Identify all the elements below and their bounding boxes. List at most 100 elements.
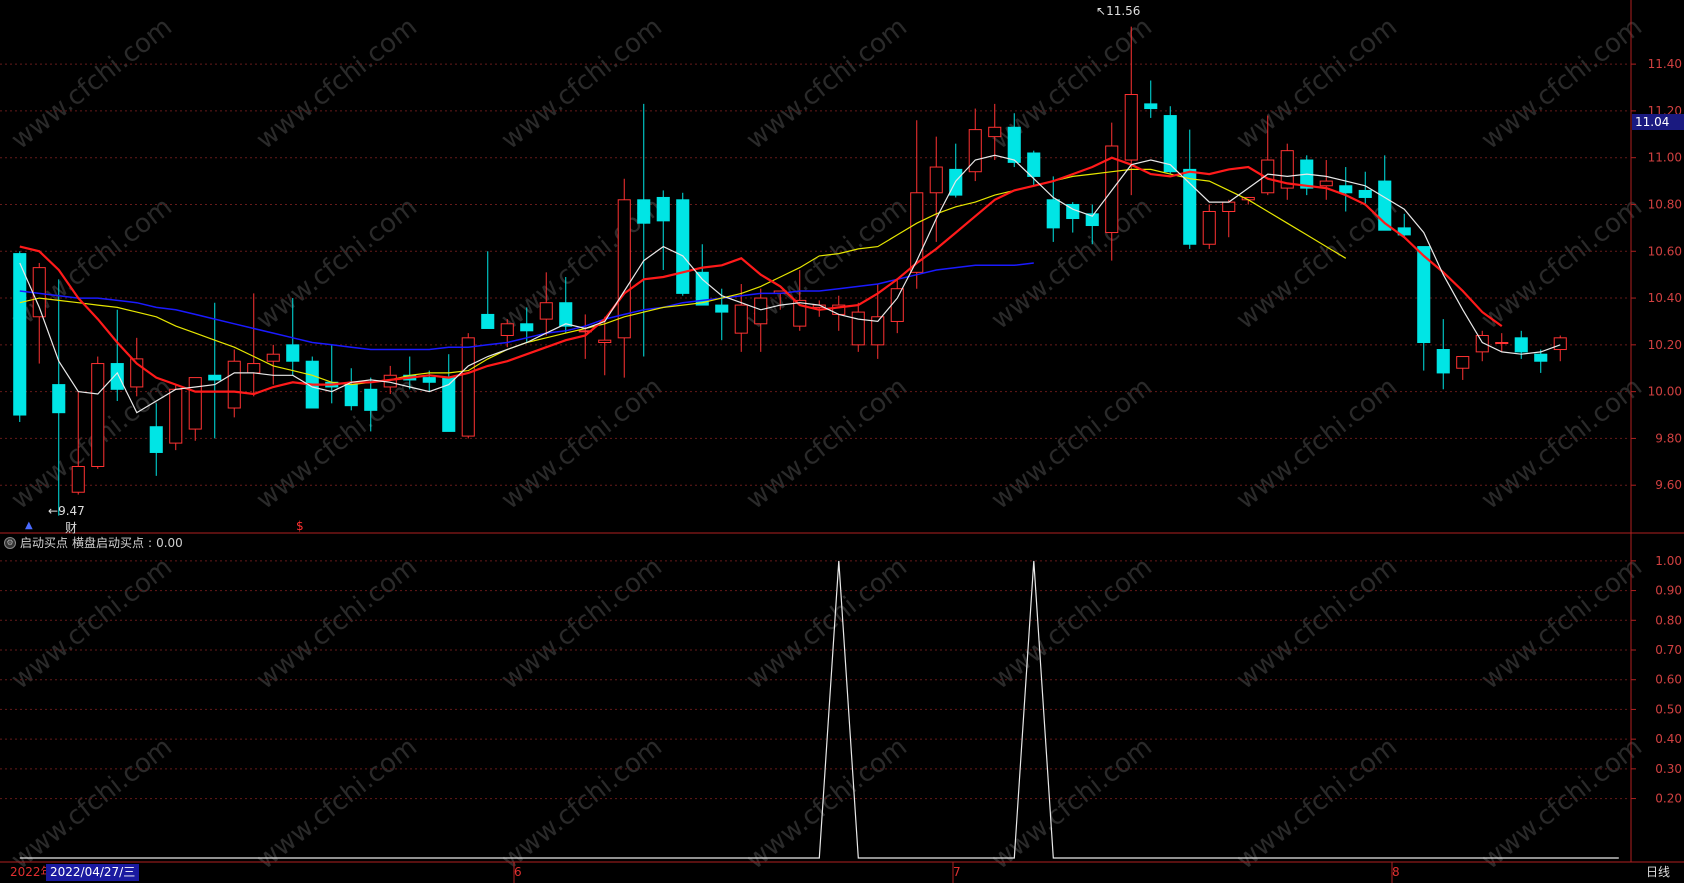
watermark-text: www.cfchi.com xyxy=(1476,12,1648,156)
candle-body xyxy=(1358,189,1372,198)
candle-body xyxy=(1027,152,1041,177)
candle-body xyxy=(1046,199,1060,229)
low-value: 9.47 xyxy=(58,504,85,518)
indicator-tick-label: 0.40 xyxy=(1655,732,1682,746)
watermark-text: www.cfchi.com xyxy=(1476,552,1648,696)
watermark-text: www.cfchi.com xyxy=(251,372,423,516)
selected-date[interactable]: 2022/04/27/三 xyxy=(46,864,140,881)
candle-body xyxy=(1495,342,1509,345)
candle-body xyxy=(734,304,748,334)
watermark-text: www.cfchi.com xyxy=(1476,732,1648,876)
candle-body xyxy=(188,377,202,430)
watermark-text: www.cfchi.com xyxy=(496,372,668,516)
watermark-text: www.cfchi.com xyxy=(496,732,668,876)
month-label-6: 6 xyxy=(514,865,522,879)
candle-body xyxy=(754,297,768,325)
indicator-title: 启动买点 xyxy=(20,536,69,550)
indicator-series-value: 0.00 xyxy=(156,535,183,550)
price-tick-label: 9.60 xyxy=(1655,478,1682,492)
candle-body xyxy=(1339,185,1353,194)
watermark-text: www.cfchi.com xyxy=(1231,192,1403,336)
buy-marker: ▲ xyxy=(25,520,33,531)
candle-body xyxy=(286,344,300,362)
high-value: 11.56 xyxy=(1106,4,1141,18)
candle-body xyxy=(1183,168,1197,245)
period-label[interactable]: 日线 xyxy=(1646,864,1670,881)
candle-body xyxy=(149,426,163,453)
stock-chart: www.cfchi.com www.cfchi.com www.cfchi.com w… xyxy=(0,0,1684,883)
watermark-text: www.cfchi.com xyxy=(251,732,423,876)
indicator-tick-label: 1.00 xyxy=(1655,554,1682,568)
price-tick-label: 11.40 xyxy=(1648,57,1682,71)
month-label-8: 8 xyxy=(1392,865,1400,879)
candle-body xyxy=(929,166,943,194)
price-tick-label: 10.80 xyxy=(1648,197,1682,211)
watermark-text: www.cfchi.com xyxy=(1231,552,1403,696)
candle-body xyxy=(13,253,27,416)
y-tick-labels: 11.4011.2011.0010.8010.6010.4010.2010.00… xyxy=(1631,57,1682,806)
candle-body xyxy=(676,199,690,294)
candle-body xyxy=(1222,201,1236,212)
watermark-text: www.cfchi.com xyxy=(741,732,913,876)
candle-body xyxy=(1144,103,1158,110)
indicator-tick-label: 0.30 xyxy=(1655,762,1682,776)
watermark-text: www.cfchi.com xyxy=(1231,732,1403,876)
candle-body xyxy=(1124,94,1138,161)
candle-body xyxy=(598,339,612,344)
low-price-label: ←9.47 xyxy=(48,504,85,518)
candle-body xyxy=(1319,180,1333,187)
watermark-text: www.cfchi.com xyxy=(741,12,913,156)
candle-body xyxy=(1417,246,1431,344)
candle-body xyxy=(851,311,865,346)
candle-body xyxy=(1456,356,1470,369)
candle-body xyxy=(247,363,261,374)
candle-body xyxy=(559,302,573,327)
settings-icon[interactable]: ⚙ xyxy=(4,536,16,549)
high-price-label: ↖11.56 xyxy=(1096,4,1140,18)
candle-body xyxy=(481,313,495,329)
candle-body xyxy=(1514,337,1528,353)
watermark-text: www.cfchi.com xyxy=(741,372,913,516)
candle-body xyxy=(1475,334,1489,353)
price-tick-label: 9.80 xyxy=(1655,431,1682,445)
candle-body xyxy=(656,196,670,222)
watermark-text: www.cfchi.com xyxy=(986,372,1158,516)
watermark-text: www.cfchi.com xyxy=(6,552,178,696)
candle-body xyxy=(500,323,514,336)
low-arrow: ← xyxy=(48,504,59,518)
indicator-series-name: 横盘启动买点 xyxy=(72,536,145,550)
candle-body xyxy=(461,337,475,437)
candle-body xyxy=(52,384,66,414)
watermark-text: www.cfchi.com xyxy=(251,12,423,156)
candle-body xyxy=(91,363,105,467)
watermark-text: www.cfchi.com xyxy=(496,552,668,696)
candle-body xyxy=(520,323,534,332)
candle-body xyxy=(637,199,651,224)
candle-body xyxy=(1534,353,1548,362)
indicator-tick-label: 0.20 xyxy=(1655,792,1682,806)
price-tick-label: 11.00 xyxy=(1648,151,1682,165)
watermark-text: www.cfchi.com xyxy=(1476,372,1648,516)
indicator-tick-label: 0.80 xyxy=(1655,613,1682,627)
candle-body xyxy=(110,363,124,390)
watermark-text: www.cfchi.com xyxy=(251,192,423,336)
indicator-legend[interactable]: ⚙ 启动买点 横盘启动买点: 0.00 xyxy=(4,534,183,551)
watermark-text: www.cfchi.com xyxy=(496,12,668,156)
candle-body xyxy=(715,304,729,313)
watermark-text: www.cfchi.com xyxy=(1231,372,1403,516)
indicator-tick-label: 0.60 xyxy=(1655,673,1682,687)
candle-body xyxy=(266,353,280,362)
high-arrow: ↖ xyxy=(1096,4,1107,18)
finance-marker: 财 xyxy=(65,521,78,535)
colon-sep: : xyxy=(148,535,153,550)
candle-body xyxy=(1553,337,1567,351)
price-tick-label: 10.20 xyxy=(1648,338,1682,352)
candle-body xyxy=(1202,210,1216,245)
watermark-text: www.cfchi.com xyxy=(986,732,1158,876)
watermark-text: www.cfchi.com xyxy=(6,12,178,156)
candle-body xyxy=(539,302,553,320)
candle-body xyxy=(1436,349,1450,374)
price-tick-label: 10.60 xyxy=(1648,244,1682,258)
indicator-tick-label: 0.90 xyxy=(1655,584,1682,598)
watermark-text: www.cfchi.com xyxy=(6,732,178,876)
